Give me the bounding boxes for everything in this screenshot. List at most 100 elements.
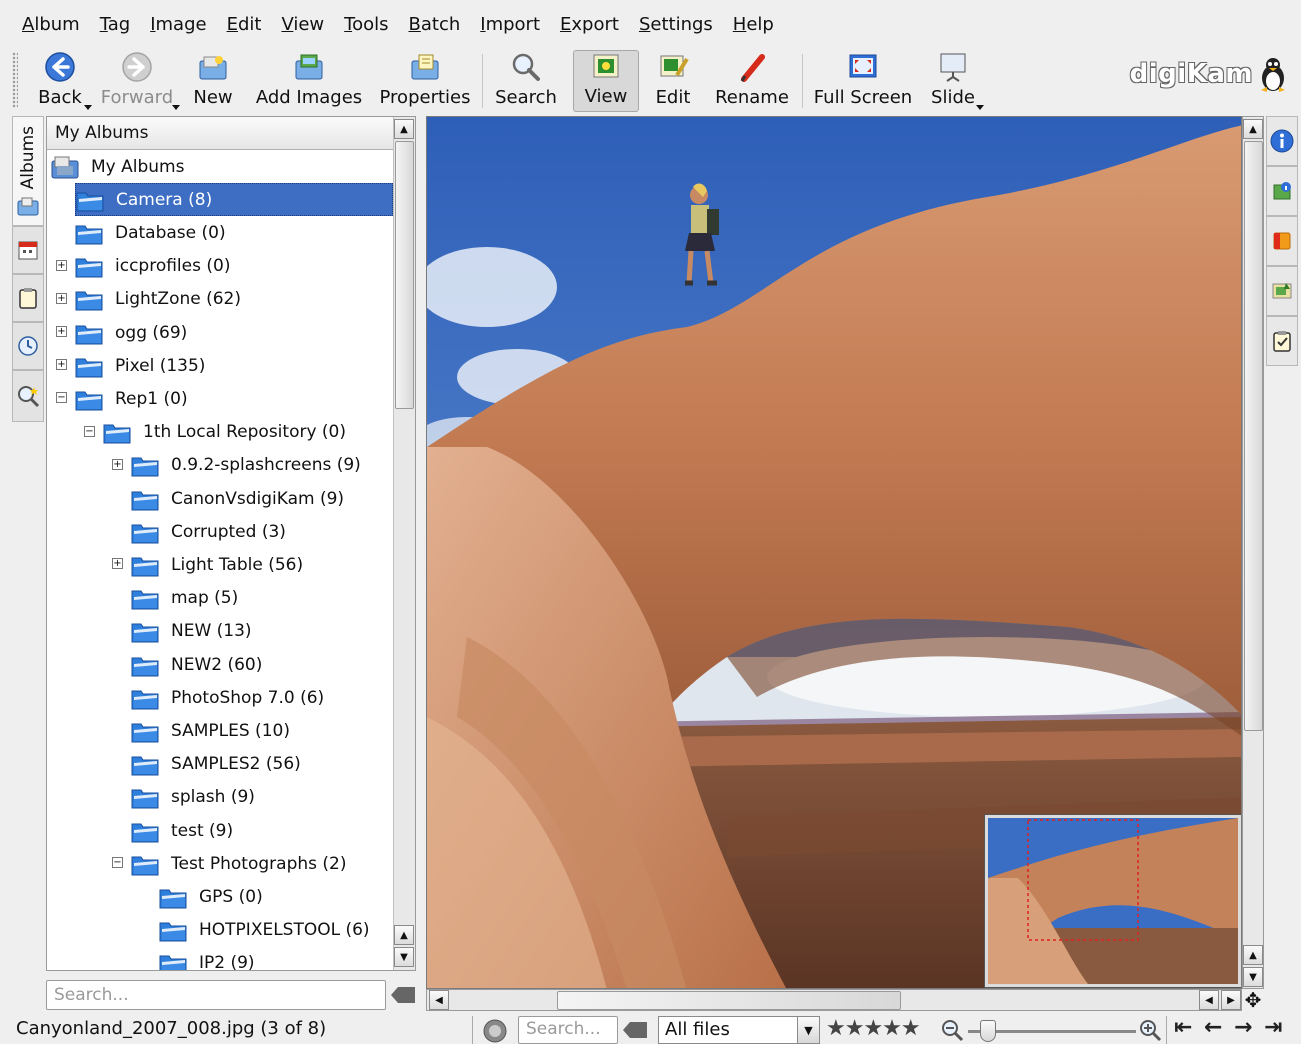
slide-dropdown-icon[interactable] <box>976 105 984 110</box>
previous-image-icon[interactable]: ← <box>1204 1015 1222 1040</box>
collapse-icon[interactable]: − <box>112 857 123 869</box>
menu-item[interactable]: Batch <box>399 14 471 35</box>
album-tree-scrollbar[interactable]: ▲ ▲ ▼ <box>393 117 415 970</box>
chevron-down-icon[interactable]: ▼ <box>797 1017 819 1043</box>
clear-search-icon[interactable] <box>390 986 416 1004</box>
tab-timeline[interactable] <box>12 322 44 370</box>
album-search-input[interactable]: Search... <box>46 980 386 1010</box>
zoom-out-icon[interactable] <box>940 1018 964 1042</box>
view-button[interactable]: View <box>573 50 639 112</box>
album-tree-item[interactable]: GPS (0) <box>159 880 393 913</box>
last-image-icon[interactable]: ⇥ <box>1264 1015 1282 1040</box>
scroll-left-button[interactable]: ◀ <box>1199 990 1219 1010</box>
expand-icon[interactable]: + <box>56 359 67 371</box>
tab-tags-comments[interactable] <box>1266 316 1298 366</box>
expand-icon[interactable]: + <box>112 458 123 470</box>
album-tree-item[interactable]: + Light Table (56) <box>112 548 393 581</box>
album-tree-item[interactable]: − Rep1 (0) <box>56 382 393 415</box>
album-tree-item[interactable]: + ogg (69) <box>56 316 393 349</box>
expand-icon[interactable]: + <box>56 292 67 304</box>
tab-dates[interactable] <box>12 226 44 274</box>
preview-navigator[interactable] <box>984 814 1241 988</box>
next-image-icon[interactable]: → <box>1234 1015 1252 1040</box>
search-button[interactable]: Search <box>494 50 558 112</box>
scroll-up-button[interactable]: ▲ <box>394 925 414 945</box>
album-tree-item[interactable]: My Albums <box>51 150 393 183</box>
scroll-up-button[interactable]: ▲ <box>1243 945 1263 965</box>
first-image-icon[interactable]: ⇤ <box>1174 1015 1192 1040</box>
back-dropdown-icon[interactable] <box>84 105 92 110</box>
menu-item[interactable]: Settings <box>629 14 723 35</box>
tab-metadata[interactable] <box>1266 166 1298 216</box>
scroll-right-button[interactable]: ▶ <box>1221 990 1241 1010</box>
full-screen-button[interactable]: Full Screen <box>812 50 914 112</box>
scrollbar-thumb[interactable] <box>395 141 414 409</box>
menu-item[interactable]: Album <box>12 14 90 35</box>
tab-geolocation[interactable] <box>1266 266 1298 316</box>
expand-icon[interactable]: + <box>112 558 123 570</box>
album-tree-item[interactable]: − 1th Local Repository (0) <box>84 416 393 449</box>
menu-item[interactable]: View <box>271 14 334 35</box>
scroll-up-button[interactable]: ▲ <box>1243 119 1263 139</box>
album-tree-item[interactable]: PhotoShop 7.0 (6) <box>131 681 393 714</box>
forward-button[interactable]: Forward <box>98 50 180 112</box>
scrollbar-thumb[interactable] <box>557 991 901 1010</box>
album-tree-item[interactable]: + Pixel (135) <box>56 349 393 382</box>
collapse-icon[interactable]: − <box>56 392 67 404</box>
album-tree-item[interactable]: test (9) <box>131 814 393 847</box>
viewer-vertical-scrollbar[interactable]: ▲ ▲ ▼ <box>1242 116 1264 989</box>
image-preview[interactable] <box>426 116 1242 989</box>
menu-item[interactable]: Edit <box>217 14 272 35</box>
album-tree-item[interactable]: Camera (8) <box>75 183 393 217</box>
viewer-horizontal-scrollbar[interactable]: ◀ ◀ ▶ <box>426 989 1242 1011</box>
album-tree-item[interactable]: NEW2 (60) <box>131 648 393 681</box>
album-tree-item[interactable]: Corrupted (3) <box>131 515 393 548</box>
menu-item[interactable]: Import <box>470 14 550 35</box>
tab-properties[interactable] <box>1266 116 1298 166</box>
album-tree-item[interactable]: HOTPIXELSTOOL (6) <box>159 914 393 947</box>
album-tree-header[interactable]: My Albums <box>47 117 393 150</box>
scroll-down-button[interactable]: ▼ <box>1243 967 1263 987</box>
add-images-button[interactable]: Add Images <box>254 50 364 112</box>
rating-filter-stars[interactable]: ★★★★★ <box>826 1016 921 1041</box>
menu-item[interactable]: Export <box>550 14 629 35</box>
album-tree-item[interactable]: + LightZone (62) <box>56 283 393 316</box>
album-tree-item[interactable]: map (5) <box>131 582 393 615</box>
menu-item[interactable]: Tag <box>90 14 140 35</box>
collapse-icon[interactable]: − <box>84 425 95 437</box>
album-tree-item[interactable]: − Test Photographs (2) <box>112 847 393 880</box>
expand-icon[interactable]: + <box>56 326 67 337</box>
status-search-input[interactable]: Search... <box>518 1016 618 1044</box>
scroll-up-button[interactable]: ▲ <box>394 119 414 139</box>
file-type-filter[interactable]: All files ▼ <box>658 1016 820 1044</box>
album-tree-item[interactable]: IP2 (9) <box>159 947 393 970</box>
zoom-in-icon[interactable] <box>1138 1018 1162 1042</box>
album-tree-item[interactable]: splash (9) <box>131 781 393 814</box>
scrollbar-thumb[interactable] <box>1244 141 1263 731</box>
scroll-left-button[interactable]: ◀ <box>429 990 449 1010</box>
new-album-button[interactable]: New <box>190 50 236 112</box>
tab-albums[interactable]: Albums <box>12 116 44 226</box>
album-tree-item[interactable]: + iccprofiles (0) <box>56 250 393 283</box>
album-tree-item[interactable]: SAMPLES2 (56) <box>131 748 393 781</box>
expand-icon[interactable]: + <box>56 259 67 271</box>
pan-move-icon[interactable]: ✥ <box>1242 989 1264 1011</box>
back-button[interactable]: Back <box>34 50 92 112</box>
album-tree-item[interactable]: SAMPLES (10) <box>131 714 393 747</box>
clear-search-icon[interactable] <box>622 1021 648 1039</box>
tab-tags[interactable] <box>12 274 44 322</box>
tab-colors[interactable] <box>1266 216 1298 266</box>
scroll-down-button[interactable]: ▼ <box>394 947 414 967</box>
forward-dropdown-icon[interactable] <box>172 105 180 110</box>
toolbar-grip[interactable] <box>12 52 18 108</box>
tab-search[interactable] <box>12 370 44 422</box>
album-tree-item[interactable]: Database (0) <box>75 216 393 249</box>
menu-item[interactable]: Help <box>723 14 784 35</box>
slideshow-button[interactable]: Slide <box>928 50 984 112</box>
rename-button[interactable]: Rename <box>712 50 792 112</box>
menu-item[interactable]: Image <box>140 14 216 35</box>
zoom-slider-handle[interactable] <box>980 1020 996 1042</box>
properties-button[interactable]: Properties <box>378 50 472 112</box>
menu-item[interactable]: Tools <box>334 14 398 35</box>
album-tree-item[interactable]: CanonVsdigiKam (9) <box>131 482 393 515</box>
